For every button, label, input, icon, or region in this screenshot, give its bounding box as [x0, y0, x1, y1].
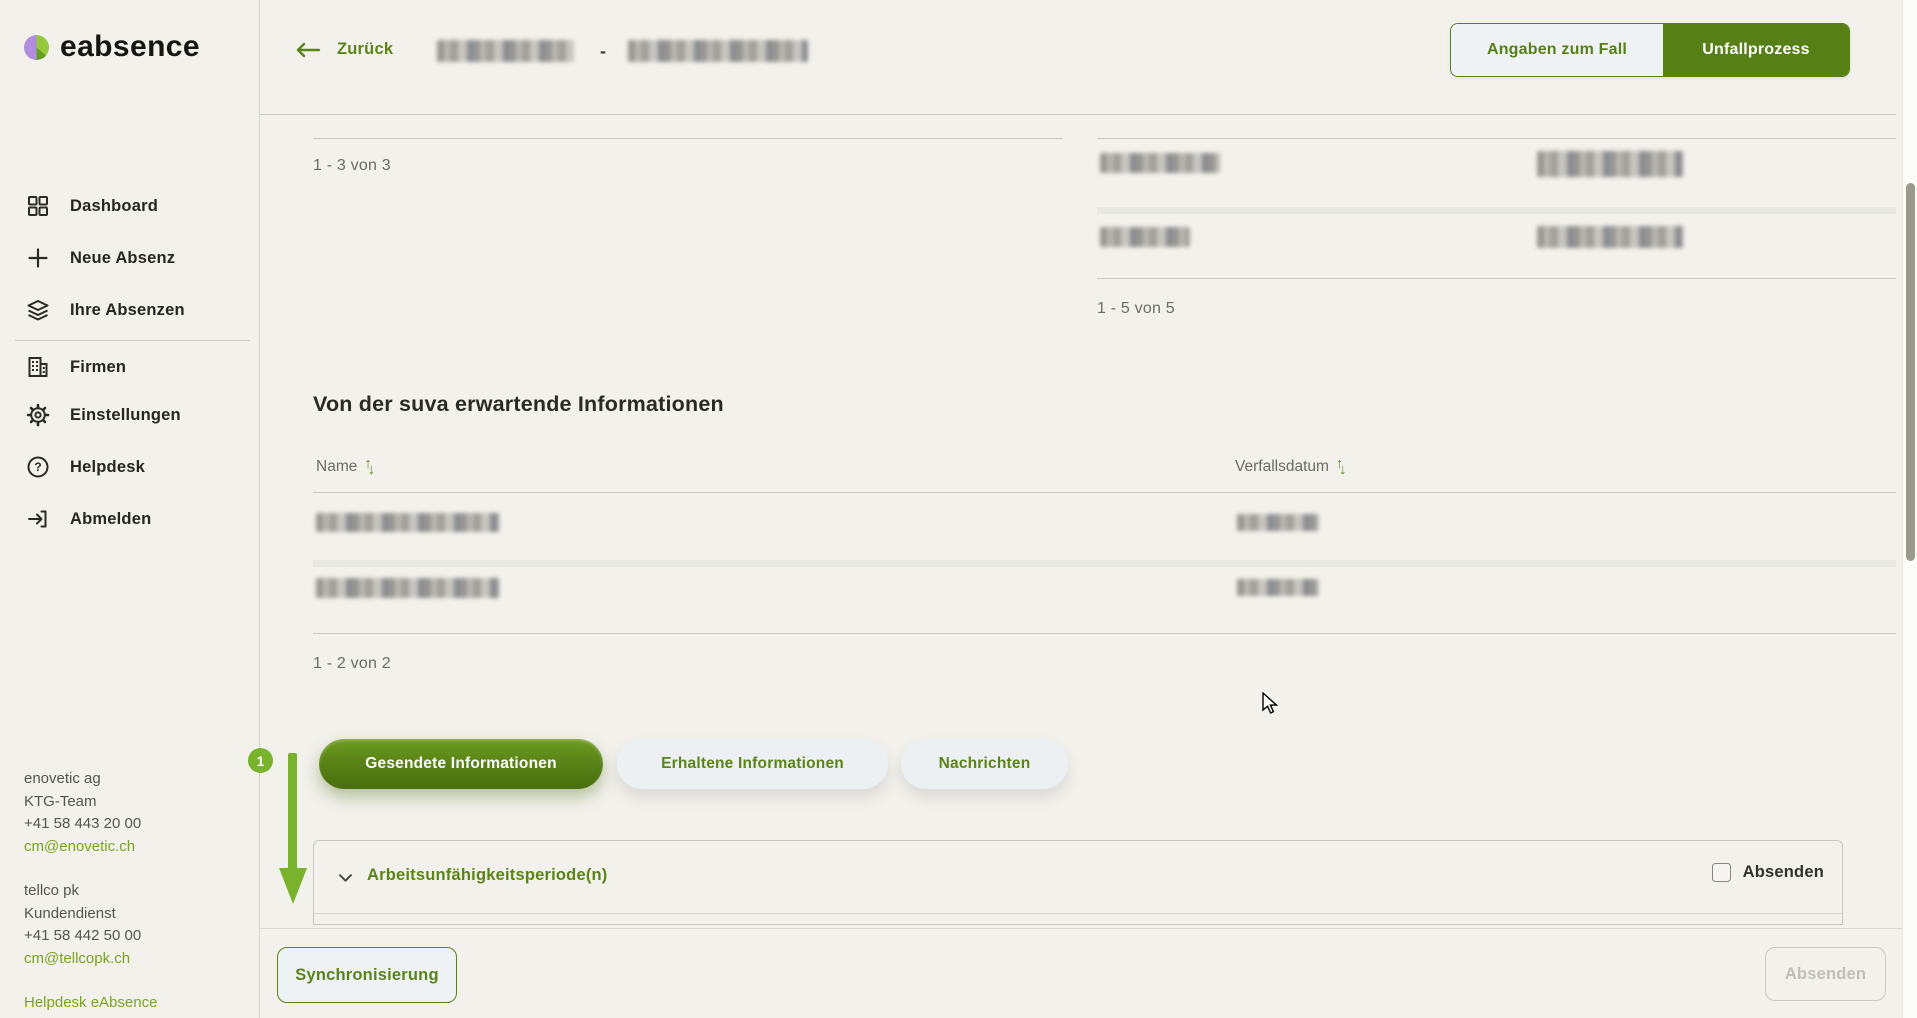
back-label: Zurück — [337, 40, 393, 59]
cell-name-redacted — [316, 578, 499, 598]
cell-date-redacted — [1237, 579, 1319, 596]
sidebar-item-label: Ihre Absenzen — [70, 301, 185, 320]
suva-pagination: 1 - 2 von 2 — [313, 655, 391, 673]
sidebar-item-abmelden[interactable]: Abmelden — [0, 499, 259, 539]
sidebar-item-label: Firmen — [70, 358, 126, 377]
sidebar-item-helpdesk[interactable]: ? Helpdesk — [0, 447, 259, 487]
sidebar-item-label: Dashboard — [70, 197, 158, 216]
column-label: Name — [316, 458, 357, 476]
sort-desc-icon: ↓ — [1339, 462, 1346, 478]
case-view-switch: Angaben zum Fall Unfallprozess — [1450, 23, 1850, 77]
contact-team: Kundendienst — [24, 903, 157, 926]
absenden-button[interactable]: Absenden — [1765, 947, 1886, 1001]
annotation-arrow-head — [279, 868, 307, 904]
tab-angaben-zum-fall[interactable]: Angaben zum Fall — [1451, 24, 1663, 76]
suva-section-title: Von der suva erwartende Informationen — [313, 392, 724, 417]
contact-company: enovetic ag — [24, 768, 157, 791]
helpdesk-eabsence-link[interactable]: Helpdesk eAbsence — [24, 994, 157, 1011]
column-header-verfallsdatum[interactable]: Verfallsdatum ↑↓ — [1235, 458, 1346, 476]
gear-icon — [26, 403, 50, 427]
sort-desc-icon: ↓ — [368, 462, 375, 478]
right-table-pagination: 1 - 5 von 5 — [1097, 300, 1175, 318]
suva-header-divider — [313, 492, 1896, 493]
contact-email-link[interactable]: cm@enovetic.ch — [24, 838, 135, 855]
scrollbar-thumb[interactable] — [1906, 183, 1915, 561]
sidebar-item-ihre-absenzen[interactable]: Ihre Absenzen — [0, 290, 259, 330]
right-table-footer-divider — [1097, 278, 1896, 279]
contact-phone: +41 58 442 50 00 — [24, 925, 157, 948]
column-header-name[interactable]: Name ↑↓ — [316, 458, 375, 476]
scrollbar-track[interactable] — [1902, 0, 1917, 1018]
plus-icon — [26, 246, 50, 270]
sidebar-item-label: Einstellungen — [70, 406, 181, 425]
mouse-cursor — [1262, 692, 1284, 716]
cell-date-redacted — [1237, 514, 1319, 531]
building-icon — [26, 355, 50, 379]
absenden-checkbox-label: Absenden — [1743, 863, 1824, 882]
accordion-arbeitsunfaehigkeit: Arbeitsunfähigkeitsperiode(n) Absenden — [313, 840, 1843, 925]
app-window: eabsence Dashboard Neue Absenz Ihre Abse… — [0, 0, 1917, 1018]
cell-date-redacted — [1537, 226, 1683, 248]
question-circle-icon: ? — [26, 455, 50, 479]
dashboard-grid-icon — [26, 194, 50, 218]
app-logo[interactable]: eabsence — [24, 30, 200, 64]
tab-unfallprozess[interactable]: Unfallprozess — [1663, 24, 1849, 76]
table-top-divider — [260, 114, 1896, 115]
synchronisierung-button[interactable]: Synchronisierung — [277, 947, 457, 1003]
sidebar-item-label: Helpdesk — [70, 458, 145, 477]
sidebar-item-firmen[interactable]: Firmen — [0, 347, 259, 387]
sidebar-item-einstellungen[interactable]: Einstellungen — [0, 395, 259, 435]
eabsence-logo-icon — [24, 35, 49, 60]
contact-email-link[interactable]: cm@tellcopk.ch — [24, 950, 130, 967]
case-ahv-number-redacted — [628, 40, 808, 62]
row-stripe — [313, 560, 1896, 567]
back-button[interactable]: Zurück — [295, 40, 393, 59]
contact-team: KTG-Team — [24, 791, 157, 814]
layers-icon — [26, 298, 50, 322]
cell-name-redacted — [1100, 227, 1190, 247]
accordion-title: Arbeitsunfähigkeitsperiode(n) — [367, 866, 608, 885]
suva-table-footer-divider — [313, 633, 1896, 634]
absenden-checkbox[interactable] — [1712, 863, 1731, 882]
tab-gesendete-informationen[interactable]: Gesendete Informationen — [319, 739, 603, 789]
sidebar-contacts: enovetic ag KTG-Team +41 58 443 20 00 cm… — [24, 768, 157, 1015]
contact-phone: +41 58 443 20 00 — [24, 813, 157, 836]
cell-date-redacted — [1537, 151, 1683, 177]
chevron-down-icon — [336, 868, 355, 887]
contact-company: tellco pk — [24, 880, 157, 903]
cell-name-redacted — [1100, 153, 1220, 173]
sidebar-item-neue-absenz[interactable]: Neue Absenz — [0, 238, 259, 278]
accordion-header[interactable]: Arbeitsunfähigkeitsperiode(n) Absenden — [314, 841, 1842, 914]
case-person-name-redacted — [437, 40, 574, 62]
right-table-divider — [1097, 138, 1896, 139]
sidebar: eabsence Dashboard Neue Absenz Ihre Abse… — [0, 0, 260, 1018]
tab-nachrichten[interactable]: Nachrichten — [901, 739, 1068, 789]
cell-name-redacted — [316, 513, 499, 532]
arrow-left-icon — [295, 42, 321, 58]
column-label: Verfallsdatum — [1235, 458, 1329, 476]
sidebar-item-dashboard[interactable]: Dashboard — [0, 186, 259, 226]
tab-erhaltene-informationen[interactable]: Erhaltene Informationen — [617, 739, 888, 789]
left-table-footer-divider — [313, 138, 1063, 139]
sidebar-divider — [15, 340, 250, 341]
case-title-separator: - — [600, 41, 606, 62]
logo-text: eabsence — [60, 30, 200, 64]
left-table-pagination: 1 - 3 von 3 — [313, 157, 391, 175]
logout-icon — [26, 507, 50, 531]
annotation-step-badge: 1 — [248, 748, 273, 773]
svg-text:?: ? — [34, 460, 41, 474]
sidebar-item-label: Abmelden — [70, 510, 151, 529]
sidebar-item-label: Neue Absenz — [70, 249, 175, 268]
bottom-action-bar: Synchronisierung Absenden — [260, 928, 1917, 1018]
row-stripe — [1097, 207, 1896, 214]
annotation-arrow-shaft — [288, 753, 297, 870]
